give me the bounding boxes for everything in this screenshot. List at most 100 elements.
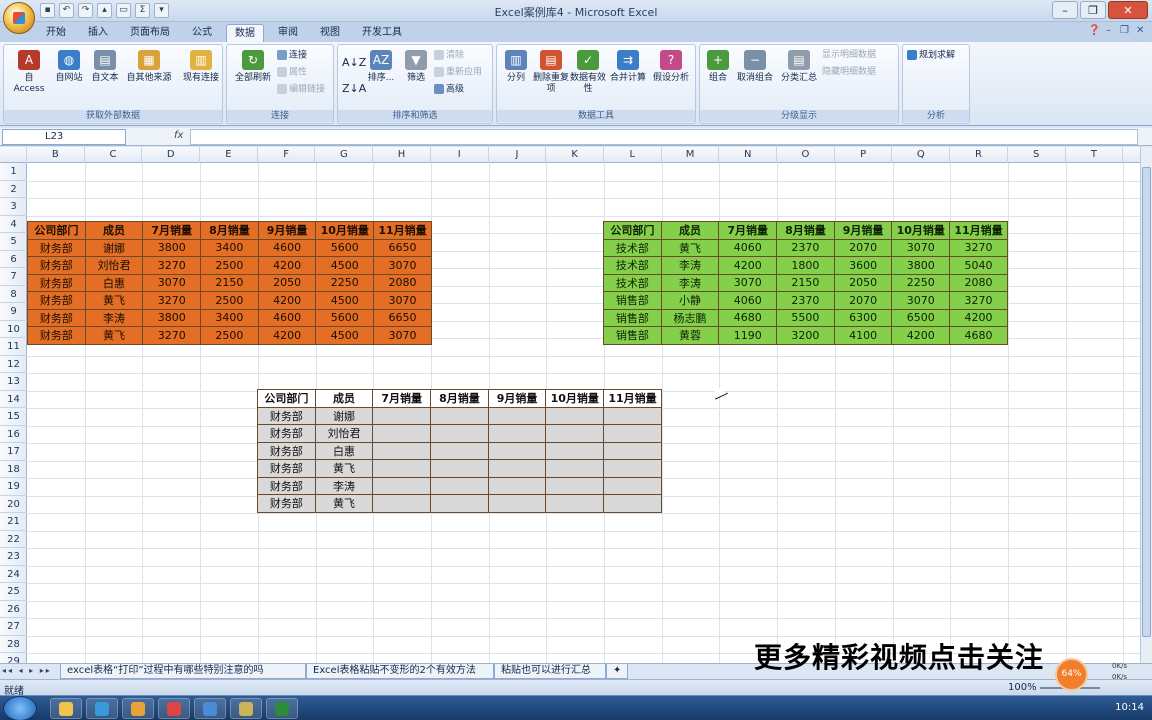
table-cell[interactable] — [430, 424, 489, 443]
table-cell[interactable]: 4100 — [833, 326, 893, 345]
row-header-3[interactable]: 3 — [0, 198, 27, 216]
table-header-cell[interactable]: 7月销量 — [372, 389, 432, 408]
clear-filter-button[interactable]: 清除 — [434, 50, 464, 62]
column-header-l[interactable]: L — [604, 147, 662, 163]
table-cell[interactable] — [487, 441, 547, 460]
ribbon-minimize-icon[interactable]: – — [1106, 25, 1111, 36]
column-header-k[interactable]: K — [546, 147, 604, 163]
data-validation-button[interactable]: ✓ 数据有效性 — [569, 50, 607, 95]
table-cell[interactable]: 6500 — [891, 308, 951, 327]
table-cell[interactable] — [430, 494, 489, 513]
column-header-d[interactable]: D — [142, 147, 201, 163]
table-header-cell[interactable]: 7月销量 — [718, 221, 778, 240]
taskbar-excel[interactable] — [266, 698, 298, 719]
table-cell[interactable]: 2050 — [833, 273, 893, 292]
table-cell[interactable] — [430, 476, 489, 495]
row-header-16[interactable]: 16 — [0, 426, 27, 443]
row-header-22[interactable]: 22 — [0, 531, 27, 548]
table-cell[interactable]: 黄飞 — [660, 238, 720, 257]
table-cell[interactable]: 4500 — [315, 291, 375, 310]
column-header-c[interactable]: C — [85, 147, 143, 163]
properties-button[interactable]: 属性 — [277, 67, 307, 79]
table-cell[interactable]: 3270 — [142, 256, 202, 275]
table-cell[interactable]: 3070 — [373, 291, 432, 310]
table-cell[interactable]: 1190 — [718, 326, 778, 345]
taskbar-app6[interactable] — [230, 698, 262, 719]
table-cell[interactable]: 销售部 — [603, 326, 662, 345]
ribbon-close-icon[interactable]: ✕ — [1136, 25, 1144, 36]
table-cell[interactable]: 4200 — [257, 326, 317, 345]
taskbar-explorer[interactable] — [50, 698, 82, 719]
insert-sheet-icon[interactable]: ✦ — [606, 664, 628, 679]
table-cell[interactable]: 5600 — [315, 308, 375, 327]
table-cell[interactable]: 3270 — [949, 291, 1008, 310]
table-cell[interactable]: 2250 — [891, 273, 951, 292]
sort-button[interactable]: AZ 排序... — [364, 50, 398, 84]
row-header-12[interactable]: 12 — [0, 356, 27, 373]
zoom-level[interactable]: 100% — [1008, 682, 1037, 693]
table-cell[interactable]: 黄飞 — [314, 494, 374, 513]
existing-connections-button[interactable]: ▥ 现有连接 — [180, 50, 222, 84]
row-header-14[interactable]: 14 — [0, 391, 27, 408]
group-button[interactable]: + 组合 — [704, 50, 732, 84]
table-header-cell[interactable]: 公司部门 — [257, 389, 316, 408]
taskbar-app4[interactable] — [158, 698, 190, 719]
table-cell[interactable] — [603, 459, 662, 478]
table-cell[interactable]: 黄飞 — [84, 291, 144, 310]
table-cell[interactable] — [372, 406, 432, 425]
table-cell[interactable]: 3800 — [891, 256, 951, 275]
table-cell[interactable]: 财务部 — [27, 238, 86, 257]
table-cell[interactable] — [545, 424, 605, 443]
table-header-cell[interactable]: 8月销量 — [200, 221, 259, 240]
table-cell[interactable] — [545, 406, 605, 425]
table-cell[interactable] — [372, 476, 432, 495]
table-cell[interactable] — [372, 459, 432, 478]
row-header-2[interactable]: 2 — [0, 181, 27, 198]
column-header-j[interactable]: J — [489, 147, 547, 163]
table-cell[interactable]: 技术部 — [603, 273, 662, 292]
table-cell[interactable]: 2500 — [200, 326, 259, 345]
column-header-f[interactable]: F — [258, 147, 316, 163]
table-cell[interactable]: 谢娜 — [84, 238, 144, 257]
table-cell[interactable]: 3400 — [200, 308, 259, 327]
table-cell[interactable]: 4680 — [718, 308, 778, 327]
show-detail-button[interactable]: 显示明细数据 — [822, 50, 876, 61]
table-cell[interactable] — [487, 406, 547, 425]
table-cell[interactable]: 小静 — [660, 291, 720, 310]
taskbar-app3[interactable] — [122, 698, 154, 719]
table-header-cell[interactable]: 成员 — [314, 389, 374, 408]
sort-descending-icon[interactable]: Z↓A — [342, 83, 366, 94]
row-header-5[interactable]: 5 — [0, 233, 27, 251]
table-header-cell[interactable]: 8月销量 — [776, 221, 835, 240]
table-header-cell[interactable]: 公司部门 — [603, 221, 662, 240]
table-cell[interactable]: 财务部 — [27, 308, 86, 327]
table-cell[interactable] — [430, 459, 489, 478]
table-cell[interactable]: 5040 — [949, 256, 1008, 275]
name-box[interactable]: L23 — [2, 129, 126, 145]
hide-detail-button[interactable]: 隐藏明细数据 — [822, 67, 876, 78]
what-if-analysis-button[interactable]: ? 假设分析 — [649, 50, 693, 84]
table-cell[interactable]: 2370 — [776, 238, 835, 257]
table-cell[interactable] — [545, 494, 605, 513]
table-cell[interactable]: 刘怡君 — [84, 256, 144, 275]
table-cell[interactable]: 4680 — [949, 326, 1008, 345]
table-cell[interactable]: 4600 — [257, 308, 317, 327]
table-cell[interactable]: 4200 — [949, 308, 1008, 327]
row-header-18[interactable]: 18 — [0, 461, 27, 478]
table-header-cell[interactable]: 成员 — [84, 221, 144, 240]
row-header-21[interactable]: 21 — [0, 513, 27, 531]
row-header-8[interactable]: 8 — [0, 286, 27, 303]
sheet-tab-2[interactable]: Excel表格粘贴不变形的2个有效方法 — [306, 664, 494, 679]
column-header-m[interactable]: M — [662, 147, 720, 163]
ribbon-restore-icon[interactable]: ❐ — [1120, 25, 1129, 36]
row-header-23[interactable]: 23 — [0, 548, 27, 566]
row-header-20[interactable]: 20 — [0, 496, 27, 513]
row-header-17[interactable]: 17 — [0, 443, 27, 461]
row-header-25[interactable]: 25 — [0, 583, 27, 601]
table-cell[interactable] — [487, 459, 547, 478]
table-cell[interactable] — [430, 406, 489, 425]
connections-button[interactable]: 连接 — [277, 50, 307, 62]
table-cell[interactable]: 5600 — [315, 238, 375, 257]
scrollbar-thumb[interactable] — [1142, 167, 1151, 637]
column-header-h[interactable]: H — [373, 147, 431, 163]
